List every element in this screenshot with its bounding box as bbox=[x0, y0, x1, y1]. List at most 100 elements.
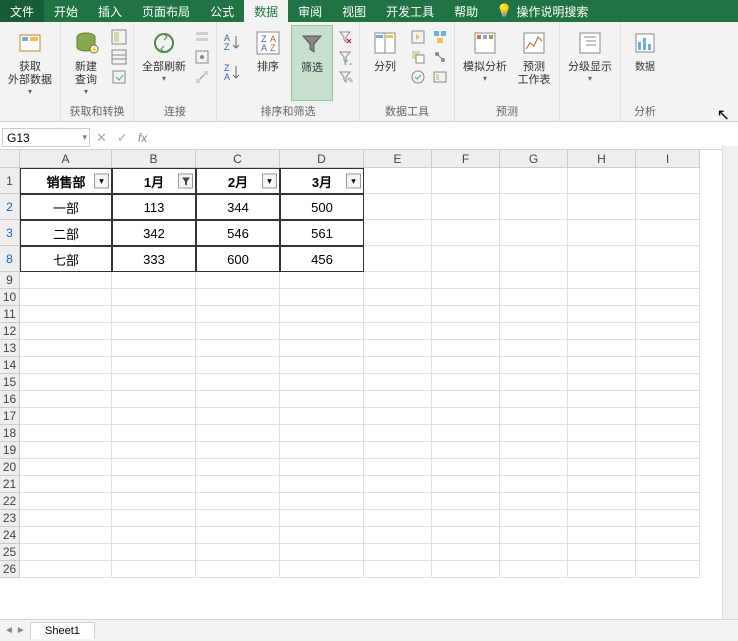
cell-I15[interactable] bbox=[636, 374, 700, 391]
cell-H16[interactable] bbox=[568, 391, 636, 408]
cell-E20[interactable] bbox=[364, 459, 432, 476]
cell-G26[interactable] bbox=[500, 561, 568, 578]
vertical-scrollbar[interactable] bbox=[722, 146, 738, 619]
cell-G14[interactable] bbox=[500, 357, 568, 374]
cell-I3[interactable] bbox=[636, 220, 700, 246]
cell-F18[interactable] bbox=[432, 425, 500, 442]
text-to-cols-button[interactable]: 分列 bbox=[364, 25, 406, 101]
edit-links-button[interactable] bbox=[192, 67, 212, 87]
cell-A11[interactable] bbox=[20, 306, 112, 323]
row-header-14[interactable]: 14 bbox=[0, 357, 20, 374]
cell-A8[interactable]: 七部 bbox=[20, 246, 112, 272]
cell-D18[interactable] bbox=[280, 425, 364, 442]
menu-insert[interactable]: 插入 bbox=[88, 0, 132, 22]
cell-C21[interactable] bbox=[196, 476, 280, 493]
connections-button[interactable] bbox=[192, 27, 212, 47]
cell-B9[interactable] bbox=[112, 272, 196, 289]
cell-I20[interactable] bbox=[636, 459, 700, 476]
filter-dropdown-A[interactable]: ▾ bbox=[94, 174, 109, 189]
cell-A25[interactable] bbox=[20, 544, 112, 561]
cell-I22[interactable] bbox=[636, 493, 700, 510]
cell-D14[interactable] bbox=[280, 357, 364, 374]
row-header-11[interactable]: 11 bbox=[0, 306, 20, 323]
col-header-B[interactable]: B bbox=[112, 150, 196, 168]
cell-E23[interactable] bbox=[364, 510, 432, 527]
cell-B25[interactable] bbox=[112, 544, 196, 561]
sort-desc-button[interactable]: ZA bbox=[221, 61, 245, 85]
col-header-D[interactable]: D bbox=[280, 150, 364, 168]
reapply-button[interactable] bbox=[335, 47, 355, 67]
sort-button[interactable]: ZAAZ 排序 bbox=[247, 25, 289, 101]
menu-help[interactable]: 帮助 bbox=[444, 0, 488, 22]
refresh-all-button[interactable]: 全部刷新 ▾ bbox=[138, 25, 190, 101]
cell-C1[interactable]: 2月▾ bbox=[196, 168, 280, 194]
cell-H15[interactable] bbox=[568, 374, 636, 391]
cell-C23[interactable] bbox=[196, 510, 280, 527]
validation-button[interactable] bbox=[408, 67, 428, 87]
cell-D3[interactable]: 561 bbox=[280, 220, 364, 246]
cell-D26[interactable] bbox=[280, 561, 364, 578]
cell-C11[interactable] bbox=[196, 306, 280, 323]
whatif-button[interactable]: 模拟分析 ▾ bbox=[459, 25, 511, 101]
cell-E2[interactable] bbox=[364, 194, 432, 220]
cell-I12[interactable] bbox=[636, 323, 700, 340]
cell-A22[interactable] bbox=[20, 493, 112, 510]
cell-B13[interactable] bbox=[112, 340, 196, 357]
cell-D19[interactable] bbox=[280, 442, 364, 459]
cell-G8[interactable] bbox=[500, 246, 568, 272]
cell-G15[interactable] bbox=[500, 374, 568, 391]
cell-I1[interactable] bbox=[636, 168, 700, 194]
row-header-21[interactable]: 21 bbox=[0, 476, 20, 493]
cell-C19[interactable] bbox=[196, 442, 280, 459]
cell-I14[interactable] bbox=[636, 357, 700, 374]
cell-B10[interactable] bbox=[112, 289, 196, 306]
cell-G22[interactable] bbox=[500, 493, 568, 510]
sort-asc-button[interactable]: AZ bbox=[221, 31, 245, 55]
cell-I2[interactable] bbox=[636, 194, 700, 220]
cell-B20[interactable] bbox=[112, 459, 196, 476]
col-header-F[interactable]: F bbox=[432, 150, 500, 168]
cell-A20[interactable] bbox=[20, 459, 112, 476]
filter-dropdown-B[interactable] bbox=[178, 174, 193, 189]
cell-D22[interactable] bbox=[280, 493, 364, 510]
cell-I19[interactable] bbox=[636, 442, 700, 459]
row-header-26[interactable]: 26 bbox=[0, 561, 20, 578]
cell-E26[interactable] bbox=[364, 561, 432, 578]
cell-A24[interactable] bbox=[20, 527, 112, 544]
cell-E15[interactable] bbox=[364, 374, 432, 391]
cell-G24[interactable] bbox=[500, 527, 568, 544]
cell-E24[interactable] bbox=[364, 527, 432, 544]
sheet-tab[interactable]: Sheet1 bbox=[30, 622, 95, 639]
row-header-23[interactable]: 23 bbox=[0, 510, 20, 527]
cell-D9[interactable] bbox=[280, 272, 364, 289]
cell-E22[interactable] bbox=[364, 493, 432, 510]
cell-D25[interactable] bbox=[280, 544, 364, 561]
relations-button[interactable] bbox=[430, 47, 450, 67]
cell-C25[interactable] bbox=[196, 544, 280, 561]
cell-F12[interactable] bbox=[432, 323, 500, 340]
cell-F10[interactable] bbox=[432, 289, 500, 306]
select-all-corner[interactable] bbox=[0, 150, 20, 168]
cell-A13[interactable] bbox=[20, 340, 112, 357]
menu-file[interactable]: 文件 bbox=[0, 0, 44, 22]
cell-B18[interactable] bbox=[112, 425, 196, 442]
dropdown-icon[interactable]: ▾ bbox=[82, 132, 87, 143]
cell-I13[interactable] bbox=[636, 340, 700, 357]
cell-I11[interactable] bbox=[636, 306, 700, 323]
row-header-20[interactable]: 20 bbox=[0, 459, 20, 476]
cell-B8[interactable]: 333 bbox=[112, 246, 196, 272]
cell-G23[interactable] bbox=[500, 510, 568, 527]
cell-H2[interactable] bbox=[568, 194, 636, 220]
cell-F11[interactable] bbox=[432, 306, 500, 323]
col-header-C[interactable]: C bbox=[196, 150, 280, 168]
cell-H3[interactable] bbox=[568, 220, 636, 246]
cell-B2[interactable]: 113 bbox=[112, 194, 196, 220]
cell-D21[interactable] bbox=[280, 476, 364, 493]
cell-H20[interactable] bbox=[568, 459, 636, 476]
cell-F21[interactable] bbox=[432, 476, 500, 493]
cell-E12[interactable] bbox=[364, 323, 432, 340]
cell-C13[interactable] bbox=[196, 340, 280, 357]
name-box[interactable]: G13 ▾ bbox=[2, 128, 90, 147]
new-query-button[interactable]: ⚡ 新建 查询 ▾ bbox=[65, 25, 107, 101]
row-header-9[interactable]: 9 bbox=[0, 272, 20, 289]
